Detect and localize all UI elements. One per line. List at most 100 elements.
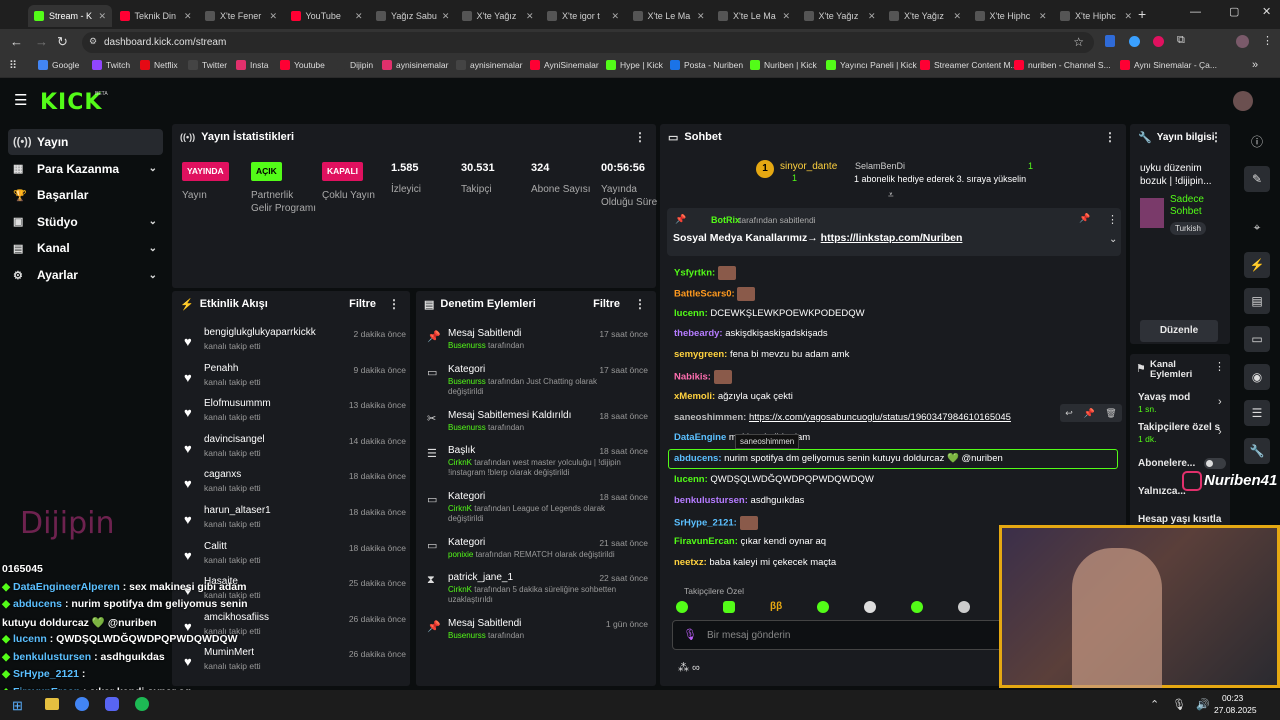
forward-icon[interactable]: →	[35, 34, 48, 49]
bookmark-item[interactable]: aynisinemalar	[382, 60, 448, 70]
taskbar-app-icon[interactable]	[45, 698, 59, 710]
list-icon[interactable]: ☰	[1244, 400, 1270, 426]
chat-message[interactable]: benkulustursen: asdhguıkdas	[674, 495, 804, 506]
pin-message-icon[interactable]: 📌	[1083, 408, 1094, 419]
new-tab-button[interactable]: +	[1138, 6, 1146, 22]
bookmark-item[interactable]: Posta - Nuriben	[670, 60, 743, 70]
chat-menu-icon[interactable]: ⋮	[1104, 130, 1116, 144]
chat-message[interactable]: neetxz: baba kaleyi mi çekecek maçta	[674, 557, 836, 568]
chat-message[interactable]: xMemoli: ağzıyla uçak çekti	[674, 391, 793, 402]
reload-icon[interactable]: ↻	[57, 34, 68, 50]
events-filter-button[interactable]: Filtre	[349, 298, 376, 310]
mic-tray-icon[interactable]: 🎙	[1172, 698, 1186, 711]
bookmark-item[interactable]: Yayıncı Paneli | Kick	[826, 60, 917, 70]
followers-only-setting[interactable]: Takipçilere özel s	[1138, 422, 1220, 433]
sidebar-item-4[interactable]: ▣ Stüdyo ⌄	[8, 209, 163, 235]
chat-icon[interactable]: ▭	[1244, 326, 1270, 352]
browser-tab[interactable]: X'te Le Ma ✕	[712, 5, 796, 27]
close-tab-icon[interactable]: ✕	[1039, 11, 1047, 22]
chevron-down-icon[interactable]: ⌄	[149, 163, 157, 174]
user-avatar[interactable]	[1233, 91, 1253, 111]
account-age-label[interactable]: Hesap yaşı kısıtla	[1138, 514, 1221, 525]
emote-icon[interactable]	[911, 601, 923, 613]
screen-icon[interactable]: ⌖	[1244, 214, 1270, 240]
event-user[interactable]: harun_altaser1	[204, 505, 271, 516]
info-icon[interactable]: ⓘ	[1244, 128, 1270, 154]
pinned-by-user[interactable]: BotRix	[711, 215, 740, 225]
browser-tab[interactable]: Stream - K ✕	[28, 5, 112, 27]
delete-icon[interactable]: 🗑	[1105, 408, 1116, 419]
sidebar-item-3[interactable]: 🏆 Başarılar	[8, 182, 163, 208]
close-tab-icon[interactable]: ✕	[697, 11, 705, 22]
start-icon[interactable]: ⊞	[12, 698, 23, 714]
broadcast-icon[interactable]: ◉	[1244, 364, 1270, 390]
browser-tab[interactable]: X'te Yağız ✕	[883, 5, 967, 27]
back-icon[interactable]: ←	[10, 34, 23, 49]
moderator-name[interactable]: Busenurss	[448, 377, 486, 386]
event-user[interactable]: caganxs	[204, 469, 241, 480]
chat-username[interactable]: neetxz:	[674, 557, 707, 568]
category-name[interactable]: Sadece Sohbet	[1170, 194, 1226, 218]
chat-username[interactable]: Ysfyrtkn:	[674, 268, 715, 279]
event-user[interactable]: Elofmusummm	[204, 398, 271, 409]
moderator-name[interactable]: ponixie	[448, 550, 473, 559]
close-tab-icon[interactable]: ✕	[611, 11, 619, 22]
taskbar-app-icon[interactable]	[75, 697, 89, 711]
chat-username[interactable]: abducens:	[674, 453, 722, 464]
subscribers-only-toggle[interactable]	[1204, 458, 1226, 469]
kick-logo[interactable]: KICK	[40, 90, 102, 115]
moderator-name[interactable]: CirknK	[448, 585, 472, 594]
channel-actions-menu-icon[interactable]: ⋮	[1214, 360, 1225, 373]
bookmark-item[interactable]: aynisinemalar	[456, 60, 522, 70]
chat-message[interactable]: BattleScars0:	[674, 286, 756, 301]
close-tab-icon[interactable]: ✕	[269, 11, 277, 22]
pinned-link[interactable]: https://linkstap.com/Nuriben	[821, 232, 963, 244]
bookmark-item[interactable]: Streamer Content M...	[920, 60, 1018, 70]
chat-username[interactable]: semygreen:	[674, 349, 727, 360]
close-tab-icon[interactable]: ✕	[953, 11, 961, 22]
chat-username[interactable]: DataEngine	[674, 432, 726, 443]
bookmark-item[interactable]: AyniSinemalar	[530, 60, 599, 70]
sidebar-item-1[interactable]: ((•)) Yayın	[8, 129, 163, 155]
event-user[interactable]: bengiglukglukyaparrkickk	[204, 327, 316, 338]
chat-message[interactable]: thebeardy: askişdkişaskişadskişads	[674, 328, 828, 339]
chat-message[interactable]: abducens: nurim spotifya dm geliyomus se…	[668, 449, 1118, 470]
event-user[interactable]: Penahh	[204, 363, 238, 374]
browser-tab[interactable]: X'te Le Ma ✕	[627, 5, 711, 27]
apps-grid-icon[interactable]: ⠿	[9, 59, 17, 72]
moderator-name[interactable]: Busenurss	[448, 631, 486, 640]
event-user[interactable]: Calitt	[204, 541, 227, 552]
chevron-down-icon[interactable]: ⌄	[149, 216, 157, 227]
chat-username[interactable]: saneoshimmen:	[674, 412, 746, 423]
gift-leader-name[interactable]: sinyor_dante	[780, 161, 837, 172]
emote-icon[interactable]	[958, 601, 970, 613]
taskbar-app-icon[interactable]	[105, 697, 119, 711]
emote-icon[interactable]: ββ	[770, 601, 782, 612]
emote-picker-icon[interactable]: ⁂ ∞	[678, 661, 700, 674]
event-user[interactable]: amcikhosafiiss	[204, 612, 269, 623]
chat-username[interactable]: thebeardy:	[674, 328, 723, 339]
browser-tab[interactable]: Yağız Sabu ✕	[370, 5, 454, 27]
close-tab-icon[interactable]: ✕	[98, 11, 106, 22]
gift-user2-name[interactable]: SelamBenDi	[855, 161, 905, 171]
stats-menu-icon[interactable]: ⋮	[634, 130, 646, 144]
extension-icon[interactable]	[1105, 35, 1115, 47]
bookmark-item[interactable]: Twitter	[188, 60, 227, 70]
bookmark-item[interactable]: Insta	[236, 60, 268, 70]
chevron-right-icon[interactable]: ›	[1218, 396, 1222, 408]
chat-username[interactable]: FiravunErcan:	[674, 536, 738, 547]
chat-message[interactable]: saneoshimmen: https://x.com/yagosabuncuo…	[674, 412, 1011, 423]
hamburger-menu-icon[interactable]: ☰	[14, 91, 27, 109]
bookmark-item[interactable]: Google	[38, 60, 79, 70]
clock-time[interactable]: 00:23	[1222, 693, 1243, 703]
extension-icon[interactable]	[1153, 36, 1164, 47]
close-tab-icon[interactable]: ✕	[526, 11, 534, 22]
chevron-down-icon[interactable]: ⌄	[149, 270, 157, 281]
chat-message[interactable]: SrHype_2121:	[674, 515, 758, 530]
close-window-button[interactable]: ✕	[1262, 5, 1271, 18]
extensions-puzzle-icon[interactable]: ⧉	[1177, 34, 1185, 47]
clipboard-icon[interactable]: ▤	[1244, 288, 1270, 314]
bookmark-item[interactable]: Nuriben | Kick	[750, 60, 817, 70]
browser-menu-icon[interactable]: ⋮	[1262, 34, 1273, 47]
moderator-name[interactable]: CirknK	[448, 504, 472, 513]
